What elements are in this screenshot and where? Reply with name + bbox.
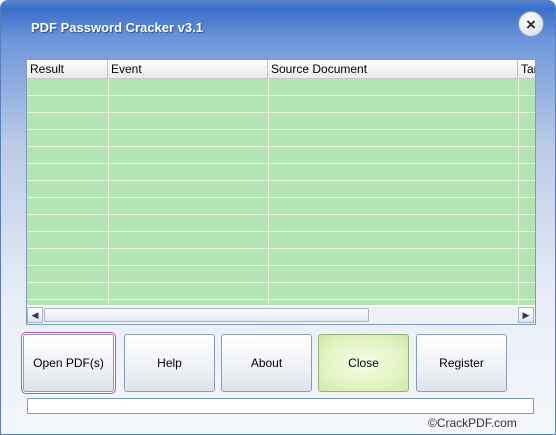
register-label: Register bbox=[439, 356, 484, 370]
close-icon: × bbox=[526, 14, 536, 34]
column-header-result[interactable]: Result bbox=[27, 60, 108, 78]
about-button[interactable]: About bbox=[221, 334, 312, 392]
help-button[interactable]: Help bbox=[124, 334, 215, 392]
close-label: Close bbox=[348, 356, 379, 370]
column-header-source-document[interactable]: Source Document bbox=[268, 60, 518, 78]
about-label: About bbox=[250, 356, 283, 370]
column-header-event[interactable]: Event bbox=[108, 60, 268, 78]
watermark: ©CrackPDF.com bbox=[428, 416, 517, 430]
grid-body[interactable] bbox=[27, 79, 535, 305]
open-pdfs-label: Open PDF(s) bbox=[33, 356, 104, 370]
arrow-right-icon: ▶ bbox=[522, 309, 530, 320]
close-button[interactable]: Close bbox=[318, 334, 409, 392]
scroll-right-button[interactable]: ▶ bbox=[518, 307, 534, 323]
status-bar bbox=[27, 398, 534, 414]
results-grid: Result Event Source Document Tar ◀ ▶ bbox=[26, 59, 536, 325]
app-window: PDF Password Cracker v3.1 × Result Event… bbox=[0, 0, 556, 435]
column-divider bbox=[518, 79, 519, 305]
scroll-left-button[interactable]: ◀ bbox=[27, 307, 43, 323]
column-divider bbox=[108, 79, 109, 305]
column-header-target[interactable]: Tar bbox=[518, 60, 535, 78]
column-divider bbox=[268, 79, 269, 305]
arrow-left-icon: ◀ bbox=[31, 309, 39, 320]
window-title: PDF Password Cracker v3.1 bbox=[31, 20, 203, 35]
horizontal-scrollbar[interactable]: ◀ ▶ bbox=[27, 307, 535, 324]
close-window-button[interactable]: × bbox=[518, 11, 544, 37]
open-pdfs-button[interactable]: Open PDF(s) bbox=[23, 334, 114, 392]
register-button[interactable]: Register bbox=[416, 334, 507, 392]
grid-header: Result Event Source Document Tar bbox=[27, 60, 535, 79]
scrollbar-thumb[interactable] bbox=[44, 308, 369, 322]
help-label: Help bbox=[157, 356, 182, 370]
